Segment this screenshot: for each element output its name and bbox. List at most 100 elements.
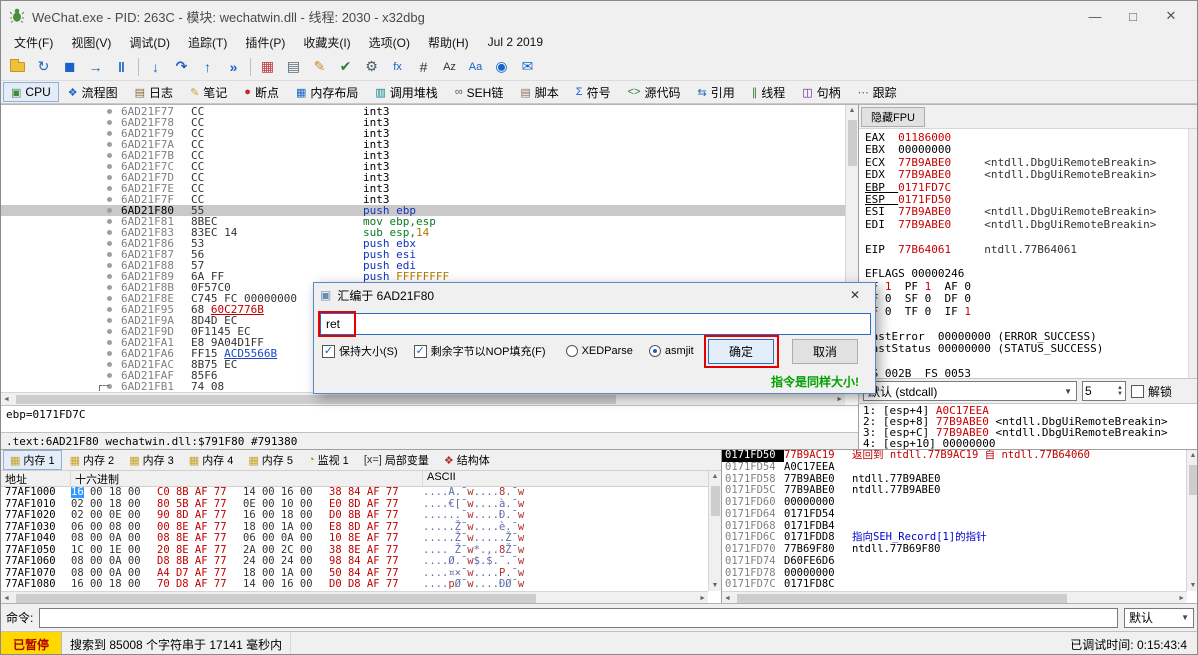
- menu-item[interactable]: 帮助(H): [419, 32, 478, 53]
- tab-memory-5[interactable]: ▦内存 5: [241, 450, 300, 470]
- strings-icon[interactable]: Az: [437, 55, 462, 79]
- open-file-icon[interactable]: [5, 55, 30, 79]
- minimize-button[interactable]: —: [1077, 3, 1113, 29]
- menu-item[interactable]: 调试(D): [120, 32, 179, 53]
- patches-icon[interactable]: ▦: [255, 55, 280, 79]
- run-to-user-code-icon[interactable]: »: [221, 55, 246, 79]
- title-bar[interactable]: WeChat.exe - PID: 263C - 模块: wechatwin.d…: [1, 1, 1197, 31]
- close-button[interactable]: ✕: [1153, 3, 1189, 29]
- dump-vertical-scrollbar[interactable]: ▲ ▼: [708, 471, 721, 591]
- info-icon[interactable]: ◉: [489, 55, 514, 79]
- tab-symbols[interactable]: Σ符号: [568, 81, 619, 104]
- hash-icon[interactable]: #: [411, 55, 436, 79]
- menu-item[interactable]: 收藏夹(I): [294, 32, 359, 53]
- dump-row[interactable]: 77AF100016 00 18 00C0 8B AF 7714 00 16 0…: [1, 487, 706, 499]
- stack-horizontal-scrollbar[interactable]: ◄ ►: [722, 591, 1187, 603]
- register-line[interactable]: EIP 77B64061 ntdll.77B64061: [865, 244, 1198, 256]
- log-icon[interactable]: ▤: [281, 55, 306, 79]
- register-line[interactable]: CF 0 TF 0 IF 1: [865, 306, 1198, 318]
- tab-memory-2[interactable]: ▦内存 2: [63, 450, 122, 470]
- tab-cpu[interactable]: ▣CPU: [3, 82, 59, 102]
- scroll-left-icon[interactable]: ◄: [722, 593, 733, 604]
- assemble-instruction-input[interactable]: [320, 313, 871, 335]
- menu-item[interactable]: 插件(P): [236, 32, 294, 53]
- stack-row[interactable]: 0171FD7077B69F80ntdll.77B69F80: [722, 544, 1186, 556]
- menu-item[interactable]: 文件(F): [5, 32, 62, 53]
- tab-watch-1[interactable]: ◔监视 1: [301, 450, 356, 470]
- scrollbar-thumb[interactable]: [737, 594, 1067, 603]
- register-line[interactable]: EDI 77B9ABE0 <ntdll.DbgUiRemoteBreakin>: [865, 219, 1198, 231]
- dump-row[interactable]: 77AF108016 00 18 0070 D8 AF 7714 00 16 0…: [1, 579, 706, 591]
- menu-item[interactable]: 追踪(T): [179, 32, 236, 53]
- scrollbar-thumb[interactable]: [1189, 465, 1198, 495]
- stack-row[interactable]: 0171FD54A0C17EEA: [722, 462, 1186, 474]
- stack-row[interactable]: 0171FD6000000000: [722, 497, 1186, 509]
- unlock-checkbox[interactable]: 解锁: [1131, 383, 1172, 400]
- check-icon[interactable]: ✔: [333, 55, 358, 79]
- dump-row[interactable]: 77AF106008 00 0A 00D8 8B AF 7724 00 24 0…: [1, 556, 706, 568]
- keep-size-checkbox[interactable]: ✓: [322, 345, 335, 358]
- tab-graph[interactable]: ❖流程图: [60, 81, 126, 104]
- tab-memory-4[interactable]: ▦内存 4: [182, 450, 241, 470]
- dialog-close-icon[interactable]: ✕: [841, 288, 869, 302]
- stack-row[interactable]: 0171FD640171FD54: [722, 509, 1186, 521]
- register-line[interactable]: GS 002B FS 0053: [865, 368, 1198, 378]
- tab-memory-1[interactable]: ▦内存 1: [3, 450, 62, 470]
- run-icon[interactable]: →: [83, 55, 108, 79]
- scroll-right-icon[interactable]: ►: [697, 593, 708, 604]
- stack-row[interactable]: 0171FD5077B9AC19返回到 ntdll.77B9AC19 自 ntd…: [722, 450, 1186, 462]
- command-input[interactable]: [39, 608, 1118, 628]
- scroll-right-icon[interactable]: ►: [1176, 593, 1187, 604]
- scroll-up-icon[interactable]: ▲: [847, 105, 858, 116]
- menu-item[interactable]: 选项(O): [360, 32, 419, 53]
- dump-row[interactable]: 77AF102002 00 0E 0090 8D AF 7716 00 18 0…: [1, 510, 706, 522]
- scrollbar-thumb[interactable]: [16, 395, 616, 404]
- settings-gear-icon[interactable]: ⚙: [359, 55, 384, 79]
- tab-locals[interactable]: [x=]局部变量: [357, 450, 436, 470]
- dump-row[interactable]: 77AF104008 00 0A 0008 8E AF 7706 00 0A 0…: [1, 533, 706, 545]
- functions-icon[interactable]: fx: [385, 55, 410, 79]
- xedparse-radio[interactable]: [566, 345, 578, 357]
- argument-count-stepper[interactable]: 5 ▲ ▼: [1082, 381, 1126, 401]
- tab-notes[interactable]: ✎笔记: [182, 81, 235, 104]
- maximize-button[interactable]: □: [1115, 3, 1151, 29]
- labels-icon[interactable]: ✎: [307, 55, 332, 79]
- mail-icon[interactable]: ✉: [515, 55, 540, 79]
- scroll-left-icon[interactable]: ◄: [1, 394, 12, 405]
- scrollbar-thumb[interactable]: [16, 594, 536, 603]
- tab-struct[interactable]: ❖结构体: [437, 450, 497, 470]
- ok-button[interactable]: 确定: [708, 339, 774, 364]
- tab-memory-3[interactable]: ▦内存 3: [122, 450, 181, 470]
- tab-log[interactable]: ▤日志: [127, 81, 181, 104]
- restart-icon[interactable]: ↻: [31, 55, 56, 79]
- calling-convention-combo[interactable]: 默认 (stdcall) ▼: [863, 381, 1077, 401]
- scroll-right-icon[interactable]: ►: [834, 394, 845, 405]
- scroll-down-icon[interactable]: ▼: [710, 580, 721, 591]
- tab-source[interactable]: <>源代码: [620, 81, 689, 104]
- stack-row[interactable]: 0171FD74D60FE6D6: [722, 556, 1186, 568]
- step-over-icon[interactable]: ↷: [169, 55, 194, 79]
- stop-icon[interactable]: ◼: [57, 55, 82, 79]
- hide-fpu-button[interactable]: 隐藏FPU: [861, 107, 925, 127]
- dialog-title-bar[interactable]: ▣ 汇编于 6AD21F80 ✕: [314, 283, 875, 307]
- argument-row[interactable]: 4: [esp+10] 00000000: [863, 438, 1198, 449]
- fill-nop-checkbox[interactable]: ✓: [414, 345, 427, 358]
- scroll-down-icon[interactable]: ▼: [1188, 580, 1198, 591]
- tab-threads[interactable]: ∥线程: [744, 81, 794, 104]
- tab-breakpoints[interactable]: ●断点: [236, 81, 287, 104]
- tab-call-stack[interactable]: ▥调用堆栈: [367, 81, 445, 104]
- stack-vertical-scrollbar[interactable]: ▲ ▼: [1186, 450, 1198, 591]
- scroll-left-icon[interactable]: ◄: [1, 593, 12, 604]
- scrollbar-thumb[interactable]: [848, 120, 857, 166]
- case-icon[interactable]: Aa: [463, 55, 488, 79]
- cancel-button[interactable]: 取消: [792, 339, 858, 364]
- execute-till-return-icon[interactable]: ↑: [195, 55, 220, 79]
- tab-script[interactable]: ▤脚本: [512, 81, 566, 104]
- stack-row[interactable]: 0171FD7C0171FD8C: [722, 579, 1186, 591]
- dump-horizontal-scrollbar[interactable]: ◄ ►: [1, 591, 708, 603]
- scrollbar-thumb[interactable]: [711, 486, 720, 516]
- command-script-combo[interactable]: 默认 ▼: [1124, 608, 1194, 628]
- tab-references[interactable]: ⇆引用: [689, 81, 742, 104]
- tab-memory-map[interactable]: ▦内存布局: [288, 81, 366, 104]
- registers-vertical-scrollbar[interactable]: [1188, 129, 1198, 378]
